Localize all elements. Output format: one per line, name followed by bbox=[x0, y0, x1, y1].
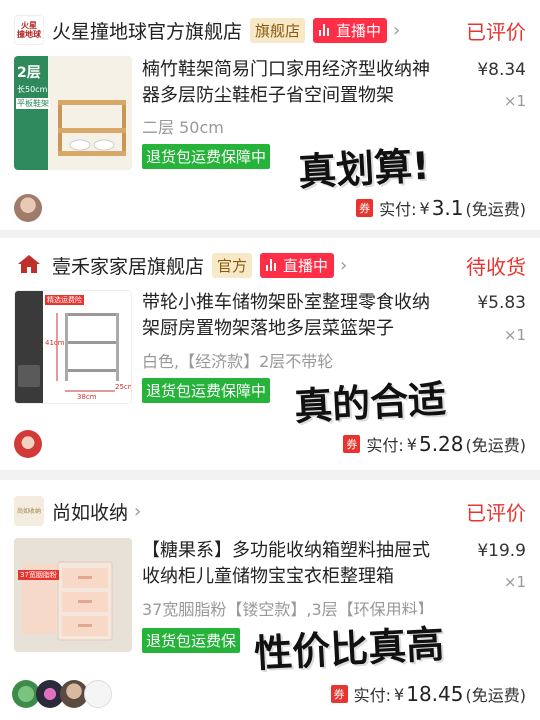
product-title[interactable]: 楠竹鞋架简易门口家用经济型收纳神器多层防尘鞋柜子省空间置物架 bbox=[142, 57, 442, 109]
coupon-icon: 券 bbox=[330, 685, 348, 703]
return-shipping-guarantee-badge[interactable]: 退货包运费保障中 bbox=[142, 378, 271, 403]
shop-header[interactable]: 尚如收纳 尚如收纳 › 已评价 bbox=[14, 494, 526, 528]
product-quantity: ×1 bbox=[503, 92, 526, 110]
shop-name[interactable]: 尚如收纳 bbox=[52, 498, 128, 525]
thumb-label: 平板鞋架 bbox=[16, 98, 50, 109]
product-thumbnail[interactable]: 精选运费险 38cm 25cm 41cm bbox=[14, 290, 132, 404]
shop-logo bbox=[14, 250, 44, 280]
thumb-banner: 精选运费险 bbox=[45, 295, 84, 305]
payment-summary: 券 实付: ¥ 3.1 (免运费) bbox=[356, 196, 526, 220]
paid-label: 实付: bbox=[353, 686, 392, 705]
thumb-height: 41cm bbox=[45, 339, 65, 347]
order-status: 已评价 bbox=[466, 500, 526, 525]
order-card[interactable]: 尚如收纳 尚如收纳 › 已评价 37宽胭脂粉 【糖果系】多功能收纳箱塑料抽屉式收… bbox=[0, 480, 540, 720]
overlay-caption: 性价比真高 bbox=[246, 612, 452, 679]
avatar bbox=[14, 194, 42, 222]
product-price: ¥5.83 bbox=[477, 293, 526, 313]
shop-logo: 火星 撞地球 bbox=[14, 15, 44, 45]
product-thumbnail[interactable]: 2层 长50cm 平板鞋架 bbox=[14, 56, 132, 170]
payment-summary: 券 实付: ¥ 5.28 (免运费) bbox=[343, 432, 526, 456]
live-icon bbox=[266, 259, 278, 271]
paid-amount: 3.1 bbox=[431, 196, 464, 220]
return-shipping-guarantee-badge[interactable]: 退货包运费保 bbox=[142, 628, 241, 653]
house-icon bbox=[18, 255, 40, 273]
chevron-right-icon[interactable]: › bbox=[340, 255, 347, 276]
live-badge[interactable]: 直播中 bbox=[260, 252, 335, 278]
product-title[interactable]: 带轮小推车储物架卧室整理零食收纳架厨房置物架落地多层菜篮架子 bbox=[142, 290, 442, 342]
live-icon bbox=[319, 24, 331, 36]
product-quantity: ×1 bbox=[503, 573, 526, 591]
flagship-badge: 旗舰店 bbox=[250, 17, 306, 43]
shop-header[interactable]: 壹禾家家居旗舰店 官方 直播中 › 待收货 bbox=[14, 248, 526, 282]
shop-name[interactable]: 火星撞地球官方旗舰店 bbox=[52, 17, 242, 44]
thumb-size: 长50cm bbox=[17, 85, 48, 94]
shipping-note: (免运费) bbox=[465, 436, 527, 455]
currency-symbol: ¥ bbox=[419, 198, 430, 218]
coupon-icon: 券 bbox=[343, 435, 361, 453]
chevron-right-icon[interactable]: › bbox=[393, 20, 400, 41]
overlay-caption: 真划算! bbox=[290, 134, 437, 197]
official-badge: 官方 bbox=[212, 252, 253, 278]
thumb-depth: 25cm bbox=[115, 383, 131, 391]
thumb-tag: 37宽胭脂粉 bbox=[18, 570, 59, 580]
product-price: ¥8.34 bbox=[477, 60, 526, 80]
product-quantity: ×1 bbox=[503, 326, 526, 344]
product-title[interactable]: 【糖果系】多功能收纳箱塑料抽屉式收纳柜儿童储物宝宝衣柜整理箱 bbox=[142, 538, 442, 590]
chevron-right-icon[interactable]: › bbox=[134, 501, 141, 522]
order-status: 待收货 bbox=[466, 254, 526, 279]
paid-amount: 5.28 bbox=[418, 432, 464, 456]
paid-amount: 18.45 bbox=[406, 682, 464, 706]
shop-header[interactable]: 火星 撞地球 火星撞地球官方旗舰店 旗舰店 直播中 › 已评价 bbox=[14, 13, 526, 47]
product-spec: 白色,【经济款】2层不带轮 bbox=[142, 352, 334, 371]
paid-label: 实付: bbox=[379, 200, 417, 219]
drawer-cabinet-image bbox=[14, 538, 132, 652]
thumb-width: 38cm bbox=[77, 393, 97, 401]
paid-label: 实付: bbox=[366, 436, 404, 455]
currency-symbol: ¥ bbox=[394, 684, 405, 704]
avatar-group bbox=[12, 680, 112, 708]
shipping-note: (免运费) bbox=[465, 686, 527, 705]
coupon-icon: 券 bbox=[356, 199, 374, 217]
order-status: 已评价 bbox=[466, 19, 526, 44]
avatar bbox=[14, 430, 42, 458]
payment-summary: 券 实付: ¥ 18.45 (免运费) bbox=[330, 682, 527, 706]
order-card[interactable]: 火星 撞地球 火星撞地球官方旗舰店 旗舰店 直播中 › 已评价 2层 长50cm… bbox=[0, 0, 540, 230]
shop-logo: 尚如收纳 bbox=[14, 496, 44, 526]
thumb-layer-tag: 2层 bbox=[17, 65, 41, 81]
currency-symbol: ¥ bbox=[406, 434, 417, 454]
order-card[interactable]: 壹禾家家居旗舰店 官方 直播中 › 待收货 精选运费险 38cm 25cm 41… bbox=[0, 238, 540, 470]
product-thumbnail[interactable]: 37宽胭脂粉 bbox=[14, 538, 132, 652]
avatar bbox=[84, 680, 112, 708]
live-label: 直播中 bbox=[283, 256, 329, 275]
live-badge[interactable]: 直播中 bbox=[313, 17, 388, 43]
product-spec: 二层 50cm bbox=[142, 118, 224, 137]
return-shipping-guarantee-badge[interactable]: 退货包运费保障中 bbox=[142, 144, 271, 169]
shop-name[interactable]: 壹禾家家居旗舰店 bbox=[52, 252, 204, 279]
product-price: ¥19.9 bbox=[477, 541, 526, 561]
live-label: 直播中 bbox=[336, 21, 382, 40]
shipping-note: (免运费) bbox=[465, 200, 527, 219]
overlay-caption: 真的合适 bbox=[286, 367, 454, 432]
